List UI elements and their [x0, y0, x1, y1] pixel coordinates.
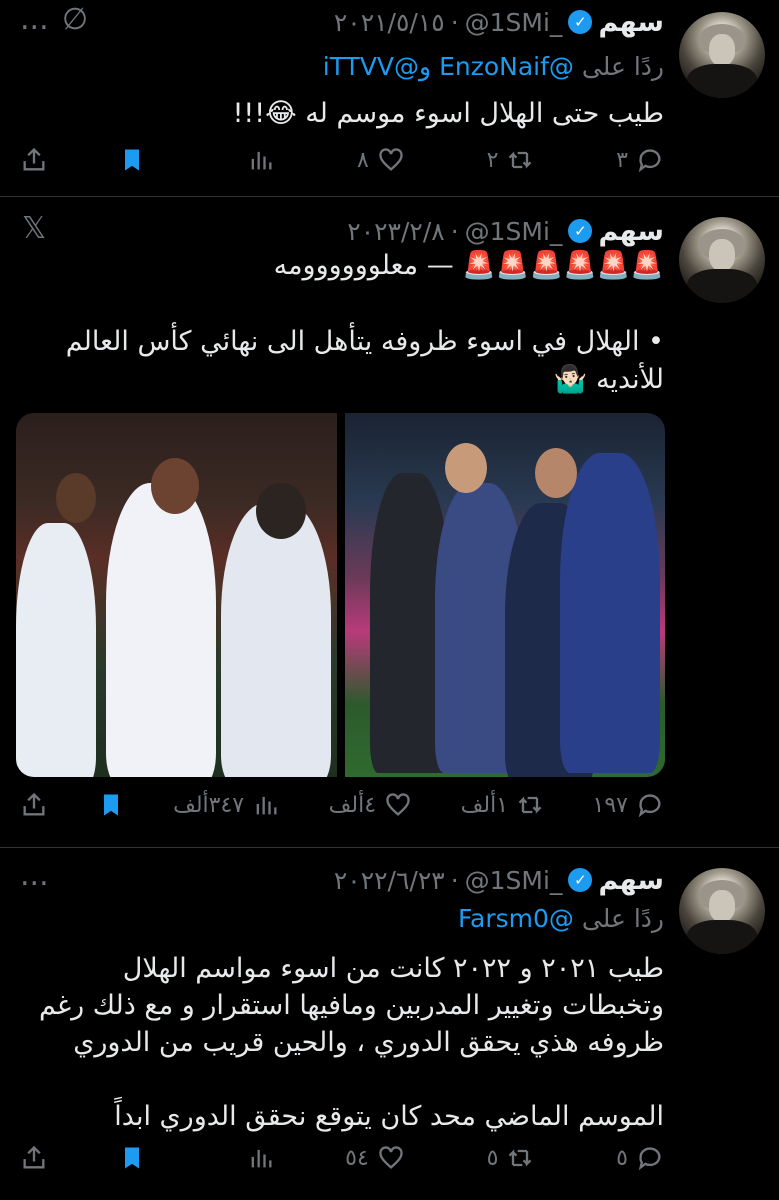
tweet-date[interactable]: ٢٠٢١/٥/١٥	[334, 8, 445, 37]
retweet-button[interactable]: ٢	[474, 146, 534, 174]
share-button[interactable]	[20, 146, 48, 174]
views-button[interactable]: ٣٤٧ألف	[173, 791, 280, 819]
share-icon	[20, 1144, 48, 1172]
verified-badge-icon: ✓	[568, 10, 593, 34]
retweet-button[interactable]: ٥	[474, 1144, 534, 1172]
separator-dot: ·	[450, 216, 459, 246]
retweet-count: ١ألف	[460, 792, 509, 818]
share-icon	[20, 146, 48, 174]
tweet-header: سهم ✓ @1SMi_ · ٢٠٢٢/٦/٢٣	[120, 860, 664, 900]
heart-icon	[377, 1144, 405, 1172]
tweet-date[interactable]: ٢٠٢٣/٢/٨	[347, 217, 444, 246]
reply-button[interactable]: ٣	[604, 146, 664, 174]
like-count: ٥٤	[345, 1145, 369, 1171]
display-name[interactable]: سهم	[598, 7, 664, 38]
tweet-header: سهم ✓ @1SMi_ · ٢٠٢٣/٢/٨	[120, 211, 664, 251]
tweet-media[interactable]	[16, 413, 665, 777]
like-count: ٤ألف	[328, 792, 377, 818]
avatar[interactable]	[679, 868, 765, 954]
share-button[interactable]	[20, 791, 48, 819]
bookmark-button[interactable]	[97, 791, 125, 819]
reply-button[interactable]: ٥	[604, 1144, 664, 1172]
media-photo[interactable]	[344, 413, 665, 777]
reply-icon	[636, 1144, 664, 1172]
retweet-count: ٢	[486, 147, 499, 173]
retweet-icon	[516, 791, 544, 819]
reply-count: ١٩٧	[592, 792, 628, 818]
retweet-button[interactable]: ١ألف	[461, 791, 544, 819]
tweet-1[interactable]: سهم ✓ @1SMi_ · ٢٠٢١/٥/١٥ ... ∅ ردًا على …	[0, 0, 779, 197]
views-button[interactable]	[215, 146, 275, 174]
heart-icon	[384, 791, 412, 819]
reply-button[interactable]: ١٩٧	[593, 791, 664, 819]
views-count: ٣٤٧ألف	[173, 792, 245, 818]
bookmark-button[interactable]	[118, 146, 146, 174]
display-name[interactable]: سهم	[598, 216, 664, 247]
like-count: ٨	[356, 147, 369, 173]
reply-count: ٣	[616, 147, 628, 173]
reply-icon	[636, 146, 664, 174]
replying-to-label: ردًا على	[581, 904, 664, 933]
reply-icon	[636, 791, 664, 819]
user-handle[interactable]: @1SMi_	[465, 217, 563, 246]
tweet-text: طيب حتى الهلال اسوء موسم له 😂!!!	[232, 98, 664, 129]
heart-icon	[377, 146, 405, 174]
tweet-3[interactable]: سهم ✓ @1SMi_ · ٢٠٢٢/٦/٢٣ ... ردًا على @F…	[0, 848, 779, 1200]
like-button[interactable]: ٨	[345, 146, 405, 174]
muted-icon: ∅	[62, 2, 89, 37]
like-button[interactable]: ٤ألف	[329, 791, 412, 819]
more-options-icon[interactable]: ...	[20, 2, 49, 37]
replying-to: ردًا على @EnzoNaif و@iTTVV	[20, 52, 664, 81]
separator-dot: ·	[450, 865, 459, 895]
views-icon	[247, 146, 275, 174]
x-logo-icon: 𝕏	[22, 211, 47, 246]
tweet-actions: ١٩٧ ١ألف ٤ألف ٣٤٧ألف	[20, 787, 664, 823]
replying-to-users[interactable]: @EnzoNaif و@iTTVV	[323, 52, 574, 81]
views-button[interactable]	[215, 1144, 275, 1172]
retweet-icon	[506, 1144, 534, 1172]
user-handle[interactable]: @1SMi_	[465, 866, 563, 895]
share-button[interactable]	[20, 1144, 48, 1172]
media-photo[interactable]	[16, 413, 337, 777]
more-options-icon[interactable]: ...	[20, 858, 49, 893]
like-button[interactable]: ٥٤	[345, 1144, 405, 1172]
views-icon	[247, 1144, 275, 1172]
tweet-date[interactable]: ٢٠٢٢/٦/٢٣	[334, 866, 445, 895]
tweet-text: طيب ٢٠٢١ و ٢٠٢٢ كانت من اسوء مواسم الهلا…	[39, 953, 664, 1132]
tweet-header: سهم ✓ @1SMi_ · ٢٠٢١/٥/١٥	[120, 2, 664, 42]
avatar[interactable]	[679, 12, 765, 98]
tweet-actions: ٣ ٢ ٨	[20, 142, 664, 178]
bookmark-icon	[118, 1144, 146, 1172]
avatar[interactable]	[679, 217, 765, 303]
share-icon	[20, 791, 48, 819]
retweet-icon	[506, 146, 534, 174]
replying-to-users[interactable]: @Farsm0	[458, 904, 574, 933]
replying-to: ردًا على @Farsm0	[20, 904, 664, 933]
views-icon	[252, 791, 280, 819]
tweet-2[interactable]: سهم ✓ @1SMi_ · ٢٠٢٣/٢/٨ 𝕏 🚨🚨🚨🚨🚨🚨 — معلوو…	[0, 197, 779, 848]
separator-dot: ·	[450, 7, 459, 37]
bookmark-button[interactable]	[118, 1144, 146, 1172]
bookmark-icon	[118, 146, 146, 174]
timeline: سهم ✓ @1SMi_ · ٢٠٢١/٥/١٥ ... ∅ ردًا على …	[0, 0, 779, 1200]
tweet-actions: ٥ ٥ ٥٤	[20, 1140, 664, 1176]
display-name[interactable]: سهم	[598, 865, 664, 896]
verified-badge-icon: ✓	[568, 219, 593, 243]
verified-badge-icon: ✓	[568, 868, 593, 892]
replying-to-label: ردًا على	[581, 52, 664, 81]
retweet-count: ٥	[486, 1145, 499, 1171]
bookmark-icon	[97, 791, 125, 819]
user-handle[interactable]: @1SMi_	[465, 8, 563, 37]
tweet-text: 🚨🚨🚨🚨🚨🚨 — معلوووووومه • الهلال في اسوء ظر…	[65, 250, 664, 395]
reply-count: ٥	[616, 1145, 628, 1171]
